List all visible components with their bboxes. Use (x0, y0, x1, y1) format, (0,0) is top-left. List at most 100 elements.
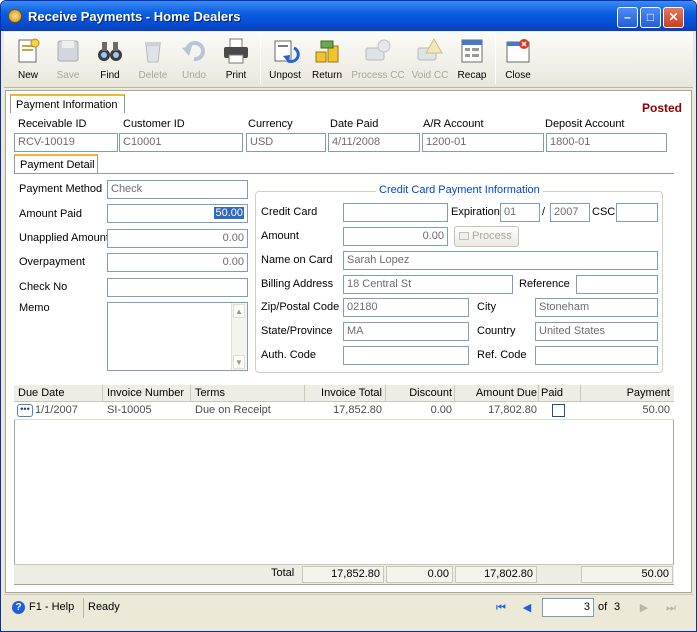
col-paid[interactable]: Paid (541, 387, 563, 399)
memo-textarea[interactable] (107, 302, 248, 371)
credit-card-field[interactable] (343, 203, 448, 222)
col-amount-due[interactable]: Amount Due (476, 387, 537, 399)
currency-field[interactable]: USD (246, 133, 326, 152)
col-invoice-total[interactable]: Invoice Total (321, 387, 382, 399)
tab-payment-detail[interactable]: Payment Detail (14, 154, 98, 173)
cell-amount-due: 17,802.80 (488, 404, 537, 416)
minimize-button[interactable]: – (617, 7, 638, 28)
page-number-input[interactable]: 3 (542, 598, 594, 617)
billing-address-field[interactable]: 18 Central St (343, 275, 513, 294)
ar-account-label: A/R Account (423, 118, 484, 130)
customer-id-label: Customer ID (123, 118, 185, 130)
deposit-account-field[interactable]: 1800-01 (546, 133, 667, 152)
close-label: Close (505, 70, 531, 81)
paid-checkbox[interactable] (552, 404, 565, 417)
last-page-icon[interactable]: ⏭ (664, 602, 678, 614)
void-cc-button[interactable]: Void CC (408, 34, 452, 86)
name-on-card-field[interactable]: Sarah Lopez (343, 251, 658, 270)
undo-label: Undo (182, 70, 206, 81)
recycle-bin-icon (145, 42, 161, 63)
return-label: Return (311, 70, 342, 81)
process-button-label: Process (472, 230, 512, 242)
cc-amount-field[interactable]: 0.00 (343, 227, 448, 246)
find-button[interactable]: Find (88, 34, 132, 86)
country-field[interactable]: United States (535, 322, 658, 341)
tab-payment-information[interactable]: Payment Information (10, 94, 125, 113)
return-money-icon (315, 40, 339, 63)
city-field[interactable]: Stoneham (535, 298, 658, 317)
col-due-date[interactable]: Due Date (18, 387, 64, 399)
tab-payment-information-label: Payment Information (16, 99, 118, 111)
next-page-icon[interactable]: ▶ (637, 602, 651, 614)
new-button[interactable]: New (8, 34, 48, 86)
receivable-id-field[interactable]: RCV-10019 (14, 133, 118, 152)
print-label: Print (225, 70, 247, 81)
process-cc-icon (365, 39, 391, 61)
process-icon (459, 232, 469, 241)
save-button[interactable]: Save (48, 34, 88, 86)
reference-field[interactable] (576, 275, 658, 294)
print-button[interactable]: Print (216, 34, 256, 86)
payment-method-field[interactable]: Check (107, 180, 248, 199)
close-window-button[interactable]: ✕ (663, 7, 684, 28)
cell-invoice-total: 17,852.80 (333, 404, 382, 416)
col-separator (454, 385, 455, 402)
overpayment-field[interactable]: 0.00 (107, 253, 248, 272)
scroll-down-icon[interactable]: ▼ (233, 355, 245, 369)
customer-id-field[interactable]: C10001 (119, 133, 243, 152)
unpost-button[interactable]: Unpost (264, 34, 306, 86)
unpost-label: Unpost (269, 70, 301, 81)
find-label: Find (100, 70, 120, 81)
state-label: State/Province (261, 325, 333, 337)
exp-year-field[interactable]: 2007 (550, 203, 590, 222)
col-separator (385, 385, 386, 402)
receive-payments-window: Receive Payments - Home Dealers – □ ✕ Ne… (0, 0, 697, 632)
auth-code-field[interactable] (343, 346, 469, 365)
title-bar[interactable]: Receive Payments - Home Dealers – □ ✕ (1, 1, 696, 31)
process-button[interactable]: Process (454, 226, 519, 247)
delete-button[interactable]: Delete (132, 34, 174, 86)
first-page-icon[interactable]: ⏮ (494, 602, 508, 614)
unapplied-amount-field[interactable]: 0.00 (107, 229, 248, 248)
csc-label: CSC (592, 206, 616, 218)
maximize-button[interactable]: □ (640, 7, 661, 28)
recap-button[interactable]: Recap (452, 34, 492, 86)
col-terms[interactable]: Terms (195, 387, 225, 399)
table-row[interactable]: ••• 1/1/2007 SI-10005 Due on Receipt 17,… (14, 402, 674, 420)
deposit-account-label: Deposit Account (545, 118, 625, 130)
return-button[interactable]: Return (306, 34, 348, 86)
memo-scrollbar[interactable]: ▲ ▼ (231, 303, 247, 370)
state-field[interactable]: MA (343, 322, 469, 341)
ar-account-field[interactable]: 1200-01 (422, 133, 544, 152)
close-button[interactable]: Close (498, 34, 538, 86)
recap-label: Recap (457, 70, 487, 81)
previous-page-icon[interactable]: ◀ (520, 602, 534, 614)
col-invoice-number[interactable]: Invoice Number (107, 387, 184, 399)
process-cc-button[interactable]: Process CC (348, 34, 408, 86)
zip-field[interactable]: 02180 (343, 298, 469, 317)
check-no-field[interactable] (107, 278, 248, 297)
process-cc-label: Process CC (351, 70, 405, 81)
col-separator (102, 385, 103, 402)
unpost-icon (274, 40, 300, 63)
ref-code-field[interactable] (535, 346, 658, 365)
scroll-up-icon[interactable]: ▲ (233, 304, 245, 318)
cell-invoice-number: SI-10005 (107, 404, 152, 416)
status-separator (83, 598, 84, 618)
row-detail-button[interactable]: ••• (17, 404, 33, 417)
col-payment[interactable]: Payment (627, 387, 670, 399)
help-label[interactable]: F1 - Help (29, 601, 74, 613)
col-discount[interactable]: Discount (409, 387, 452, 399)
date-paid-field[interactable]: 4/11/2008 (328, 133, 420, 152)
amount-paid-field[interactable]: 50.00 (107, 204, 248, 223)
undo-button[interactable]: Undo (174, 34, 214, 86)
minimize-icon: – (624, 10, 631, 24)
close-form-icon (506, 39, 530, 63)
exp-month-field[interactable]: 01 (500, 203, 540, 222)
csc-field[interactable] (616, 203, 658, 222)
credit-card-label: Credit Card (261, 206, 318, 218)
zip-label: Zip/Postal Code (261, 301, 340, 313)
help-icon[interactable]: ? (12, 601, 25, 614)
city-label: City (477, 301, 496, 313)
save-icon (57, 40, 79, 62)
